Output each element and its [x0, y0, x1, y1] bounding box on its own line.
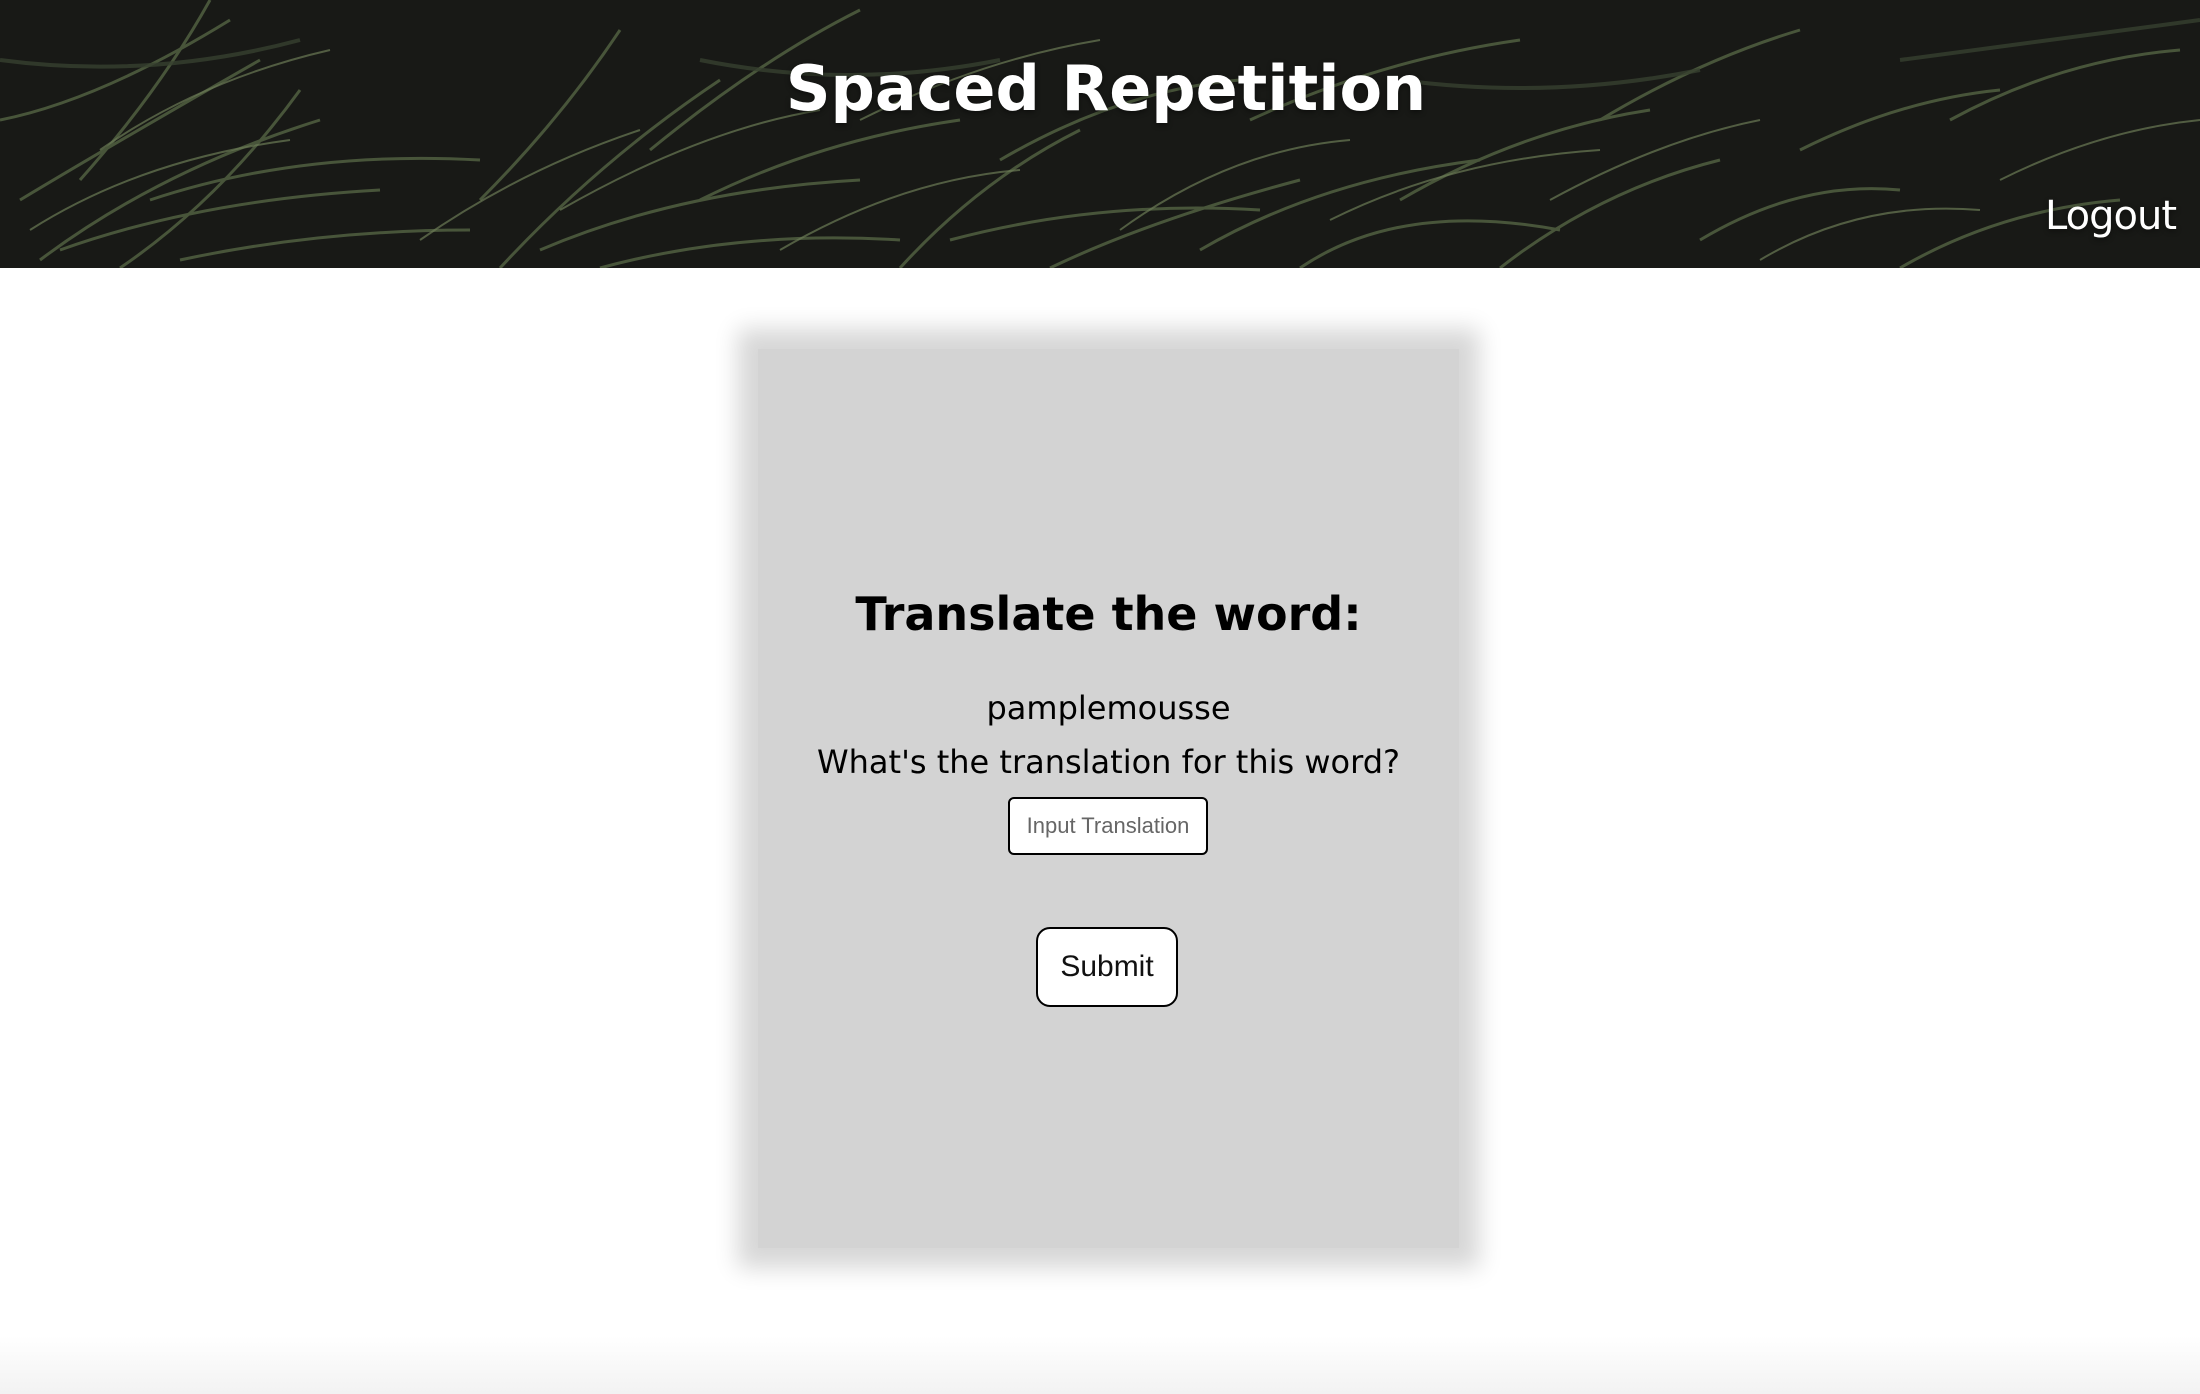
- header-banner: Spaced Repetition Logout: [0, 0, 2200, 268]
- pine-needles-background-image: [0, 0, 2200, 268]
- card-heading: Translate the word:: [855, 587, 1362, 641]
- translation-prompt: What's the translation for this word?: [816, 743, 1400, 781]
- logout-link[interactable]: Logout: [2045, 193, 2177, 239]
- page-bottom-edge: [0, 1336, 2200, 1394]
- app-title: Spaced Repetition: [785, 52, 1427, 125]
- flashcard-panel: Translate the word: pamplemousse What's …: [758, 349, 1459, 1248]
- word-to-translate: pamplemousse: [986, 689, 1231, 727]
- submit-button[interactable]: Submit: [1036, 927, 1178, 1007]
- translation-input[interactable]: [1008, 797, 1208, 855]
